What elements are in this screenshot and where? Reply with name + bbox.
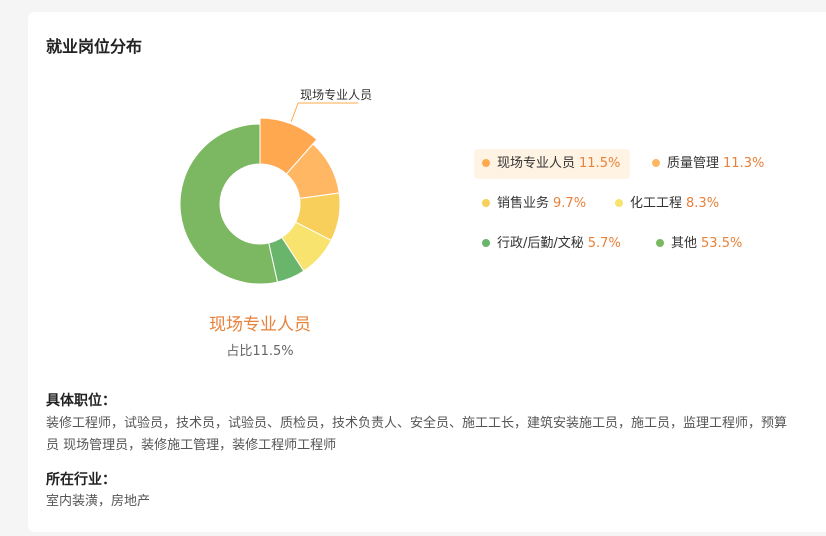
industry-text: 室内装潢，房地产	[46, 494, 151, 509]
callout-label: 现场专业人员	[300, 87, 372, 102]
legend-value: 8.3%	[686, 196, 720, 211]
legend-label: 其他	[671, 236, 698, 251]
legend-dot	[652, 158, 660, 167]
selected-category-name: 现场专业人员	[209, 315, 311, 335]
industry-label: 所在行业：	[46, 472, 116, 488]
legend-item-0[interactable]: 现场专业人员 11.5%	[474, 149, 631, 179]
legend-value: 11.3%	[723, 156, 765, 171]
positions-text: 装修工程师，试验员，技术员，试验员、质检员，技术负责人、安全员、施工工长，建筑安…	[46, 416, 788, 453]
legend-dot	[656, 238, 664, 247]
legend-label: 质量管理	[667, 156, 720, 171]
selected-category-share: 占比11.5%	[226, 344, 294, 359]
legend-dot	[482, 158, 490, 167]
positions-label: 具体职位：	[46, 393, 116, 409]
legend-dot	[482, 198, 490, 207]
legend-item-3[interactable]: 化工工程 8.3%	[607, 189, 729, 219]
legend-item-5[interactable]: 其他 53.5%	[648, 229, 752, 259]
legend-item-2[interactable]: 销售业务 9.7%	[474, 189, 596, 219]
legend-label: 行政/后勤/文秘	[497, 236, 584, 251]
legend-item-4[interactable]: 行政/后勤/文秘 5.7%	[474, 229, 631, 259]
legend-label: 销售业务	[497, 196, 550, 211]
legend-value: 11.5%	[579, 156, 621, 171]
callout-leader-line	[290, 102, 359, 122]
legend-item-1[interactable]: 质量管理 11.3%	[644, 149, 774, 179]
legend-dot	[615, 198, 623, 207]
legend-label: 化工工程	[630, 196, 683, 211]
legend-value: 5.7%	[587, 236, 621, 251]
legend-dot	[482, 238, 490, 247]
legend-label: 现场专业人员	[497, 156, 576, 171]
legend-value: 53.5%	[701, 236, 743, 251]
legend-value: 9.7%	[553, 196, 587, 211]
